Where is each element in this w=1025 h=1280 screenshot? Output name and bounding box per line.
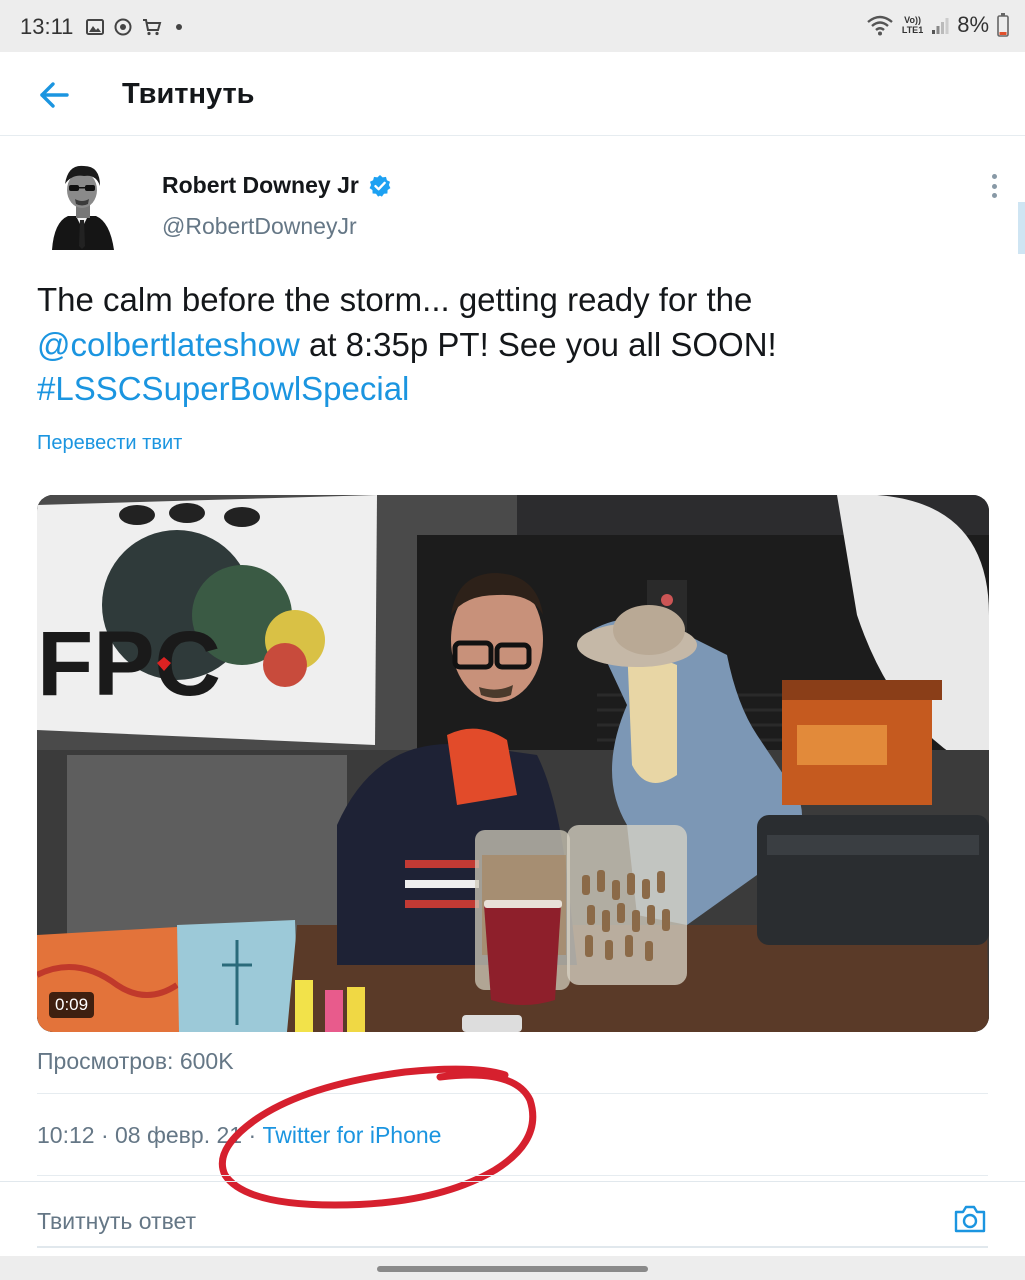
- more-options-icon[interactable]: [986, 174, 1002, 198]
- page-title: Твитнуть: [122, 78, 255, 110]
- notification-icons: [86, 18, 186, 36]
- tweet-text-part2: at 8:35p PT! See you all SOON!: [299, 325, 777, 363]
- translate-tweet-link[interactable]: Перевести твит: [37, 432, 182, 455]
- arrow-left-icon: [40, 82, 69, 108]
- circle-app-icon: [114, 18, 132, 36]
- author-name[interactable]: Robert Downey Jr: [162, 172, 359, 199]
- navigation-bar: [0, 1256, 1025, 1280]
- video-thumbnail: FPC: [37, 495, 989, 1032]
- dot-icon: [176, 24, 182, 30]
- video-duration-badge: 0:09: [49, 992, 95, 1018]
- signal-icon: [932, 18, 949, 34]
- verified-badge-icon: [368, 174, 392, 203]
- battery-percent: 8%: [957, 12, 989, 37]
- gallery-icon: [86, 19, 104, 35]
- home-gesture-handle[interactable]: [377, 1266, 648, 1272]
- author-handle[interactable]: @RobertDowneyJr: [162, 213, 357, 240]
- system-icons: Vo)) LTE1 8%: [866, 12, 1009, 38]
- view-count: Просмотров: 600K: [37, 1048, 234, 1074]
- reply-underline: [37, 1246, 988, 1248]
- tweet-text-part1: The calm before the storm... getting rea…: [37, 281, 753, 318]
- reply-input[interactable]: Твитнуть ответ: [37, 1208, 196, 1235]
- svg-text:FPC: FPC: [37, 613, 221, 715]
- status-bar: 13:11 Vo)) LTE1 8%: [0, 0, 1025, 52]
- reply-composer: Твитнуть ответ: [0, 1181, 1025, 1247]
- battery-icon: [997, 13, 1009, 37]
- divider: [37, 1175, 988, 1176]
- scroll-indicator[interactable]: [1018, 202, 1025, 254]
- camera-button[interactable]: [953, 1204, 987, 1234]
- wifi-icon: [867, 15, 893, 36]
- lte-label: LTE1: [901, 25, 924, 35]
- volte-label: Vo)): [904, 15, 921, 25]
- back-button[interactable]: [34, 78, 74, 112]
- lte-indicator: Vo)) LTE1: [902, 15, 923, 35]
- video-player[interactable]: FPC: [37, 495, 989, 1032]
- mention-link[interactable]: @colbertlateshow: [37, 326, 300, 363]
- tweet-text: The calm before the storm... getting rea…: [37, 278, 977, 412]
- camera-icon: [954, 1205, 986, 1233]
- top-app-bar: Твитнуть: [0, 52, 1025, 136]
- avatar[interactable]: [38, 156, 126, 250]
- cart-icon: [143, 19, 162, 36]
- hashtag-link[interactable]: #LSSCSuperBowlSpecial: [37, 370, 409, 407]
- status-time: 13:11: [20, 14, 74, 39]
